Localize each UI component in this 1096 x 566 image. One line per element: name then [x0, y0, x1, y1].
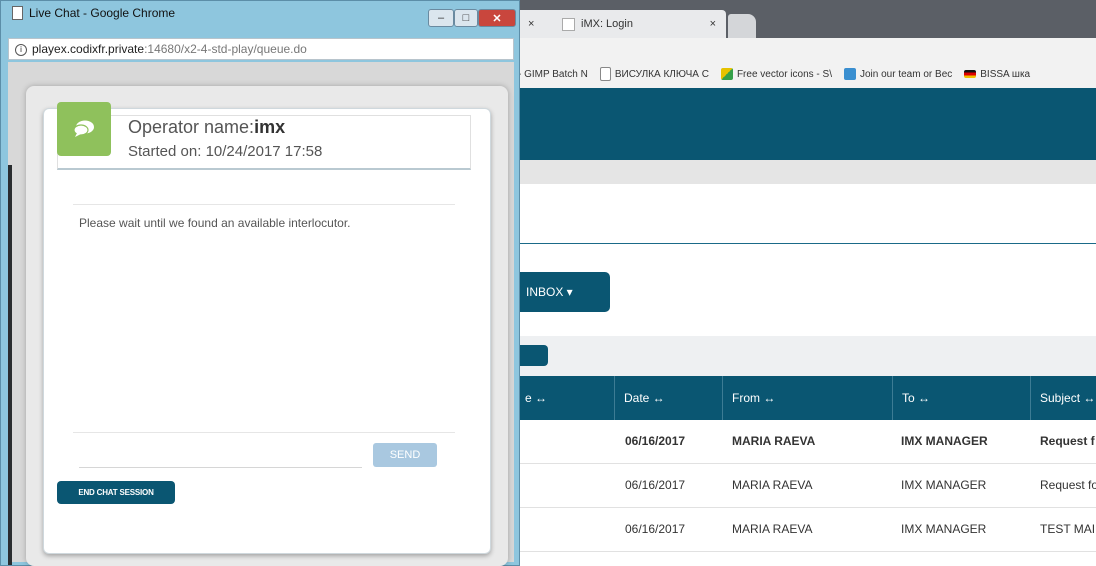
- table-row[interactable]: 06/16/2017 MARIA RAEVA IMX MANAGER TEST …: [516, 508, 1096, 552]
- bookmark-item[interactable]: Join our team or Bec: [843, 68, 953, 80]
- vector-icon: [720, 68, 733, 80]
- chat-bubble-icon: [57, 102, 111, 156]
- tab-close-icon[interactable]: ×: [528, 18, 534, 30]
- maximize-icon: □: [462, 12, 470, 24]
- bookmarks-bar: - GIMP Batch N ВИСУЛКА КЛЮЧА С Free vect…: [516, 60, 1096, 89]
- address-bar[interactable]: i playex.codixfr.private:14680/x2-4-std-p…: [8, 38, 514, 60]
- app-header: [516, 88, 1096, 160]
- row-date: 06/16/2017: [625, 522, 686, 536]
- operator-name-line: Operator name:imx: [128, 117, 285, 138]
- column-header-from[interactable]: From ↔: [722, 376, 892, 420]
- minimize-icon: –: [437, 12, 445, 24]
- row-from: MARIA RAEVA: [732, 522, 813, 536]
- bookmark-label: BISSA шка: [980, 68, 1031, 80]
- filter-button[interactable]: [516, 345, 548, 366]
- minimize-button[interactable]: –: [428, 9, 454, 27]
- flag-icon: [964, 70, 977, 78]
- filter-bar: [516, 336, 1096, 376]
- table-row[interactable]: 06/16/2017 MARIA RAEVA IMX MANAGER Reque…: [516, 464, 1096, 508]
- popup-title-bar[interactable]: Live Chat - Google Chrome – □ ✕: [1, 1, 519, 27]
- row-from: MARIA RAEVA: [732, 478, 813, 492]
- column-header-date[interactable]: Date ↔: [614, 376, 722, 420]
- bookmark-item[interactable]: - GIMP Batch N: [518, 69, 588, 80]
- chat-message-input[interactable]: [79, 443, 362, 468]
- tab-imx-login[interactable]: iMX: Login ×: [556, 10, 726, 38]
- started-on-line: Started on: 10/24/2017 17:58: [128, 143, 322, 160]
- row-to: IMX MANAGER: [901, 434, 988, 448]
- app-subheader: [516, 160, 1096, 185]
- bookmark-item[interactable]: ВИСУЛКА КЛЮЧА С: [599, 67, 709, 81]
- table-row[interactable]: 06/16/2017 MARIA RAEVA IMX MANAGER Reque…: [516, 420, 1096, 464]
- new-tab-button[interactable]: [728, 14, 756, 38]
- row-date: 06/16/2017: [625, 478, 686, 492]
- divider: [73, 432, 455, 433]
- bookmark-label: ВИСУЛКА КЛЮЧА С: [614, 68, 709, 80]
- bookmark-item[interactable]: BISSA шка: [964, 69, 1030, 80]
- table-header: e ↔ Date ↔ From ↔ To ↔ Subject ↔: [516, 376, 1096, 420]
- page-icon: [599, 67, 611, 81]
- operator-name: imx: [254, 117, 286, 137]
- tab-label: iMX: Login: [581, 18, 633, 30]
- send-button[interactable]: SEND: [373, 443, 437, 467]
- url-host: playex.codixfr.private: [32, 42, 145, 56]
- row-subject: Request f: [1040, 434, 1095, 448]
- maximize-button[interactable]: □: [454, 9, 478, 27]
- end-chat-session-button[interactable]: END CHAT SESSION: [57, 481, 175, 504]
- page-icon: [12, 6, 23, 20]
- live-chat-popup-window: Live Chat - Google Chrome – □ ✕ i playex.…: [0, 0, 520, 566]
- page-icon: [562, 17, 575, 31]
- row-from: MARIA RAEVA: [732, 434, 816, 448]
- image-icon: [843, 68, 856, 80]
- bookmark-label: - GIMP Batch N: [518, 68, 588, 80]
- started-value: 10/24/2017 17:58: [205, 143, 323, 160]
- popup-window-title: Live Chat - Google Chrome: [29, 6, 176, 20]
- bookmark-item[interactable]: Free vector icons - S\: [720, 68, 832, 80]
- row-to: IMX MANAGER: [901, 522, 987, 536]
- divider: [73, 204, 455, 205]
- url-path: :14680/x2-4-std-play/queue.do: [144, 42, 307, 56]
- operator-label: Operator name:: [128, 117, 255, 137]
- popup-edge: [8, 165, 12, 565]
- bookmark-label: Join our team or Bec: [859, 68, 953, 80]
- column-header-type[interactable]: e ↔: [516, 376, 614, 420]
- bookmark-label: Free vector icons - S\: [736, 68, 832, 80]
- inbox-label: INBOX ▾: [526, 285, 573, 299]
- chat-status-message: Please wait until we found an available …: [79, 216, 351, 230]
- inbox-dropdown-button[interactable]: INBOX ▾: [516, 272, 610, 312]
- info-icon: i: [15, 43, 27, 56]
- row-subject: TEST MAI: [1040, 522, 1096, 536]
- row-subject: Request fo: [1040, 478, 1096, 492]
- column-header-subject[interactable]: Subject ↔: [1030, 376, 1096, 420]
- close-icon: ✕: [492, 12, 502, 25]
- column-header-to[interactable]: To ↔: [892, 376, 1030, 420]
- row-to: IMX MANAGER: [901, 478, 987, 492]
- tab-close-icon[interactable]: ×: [710, 18, 716, 30]
- search-underline: [516, 243, 1096, 244]
- close-window-button[interactable]: ✕: [478, 9, 516, 27]
- started-label: Started on:: [128, 143, 202, 160]
- row-date: 06/16/2017: [625, 434, 686, 448]
